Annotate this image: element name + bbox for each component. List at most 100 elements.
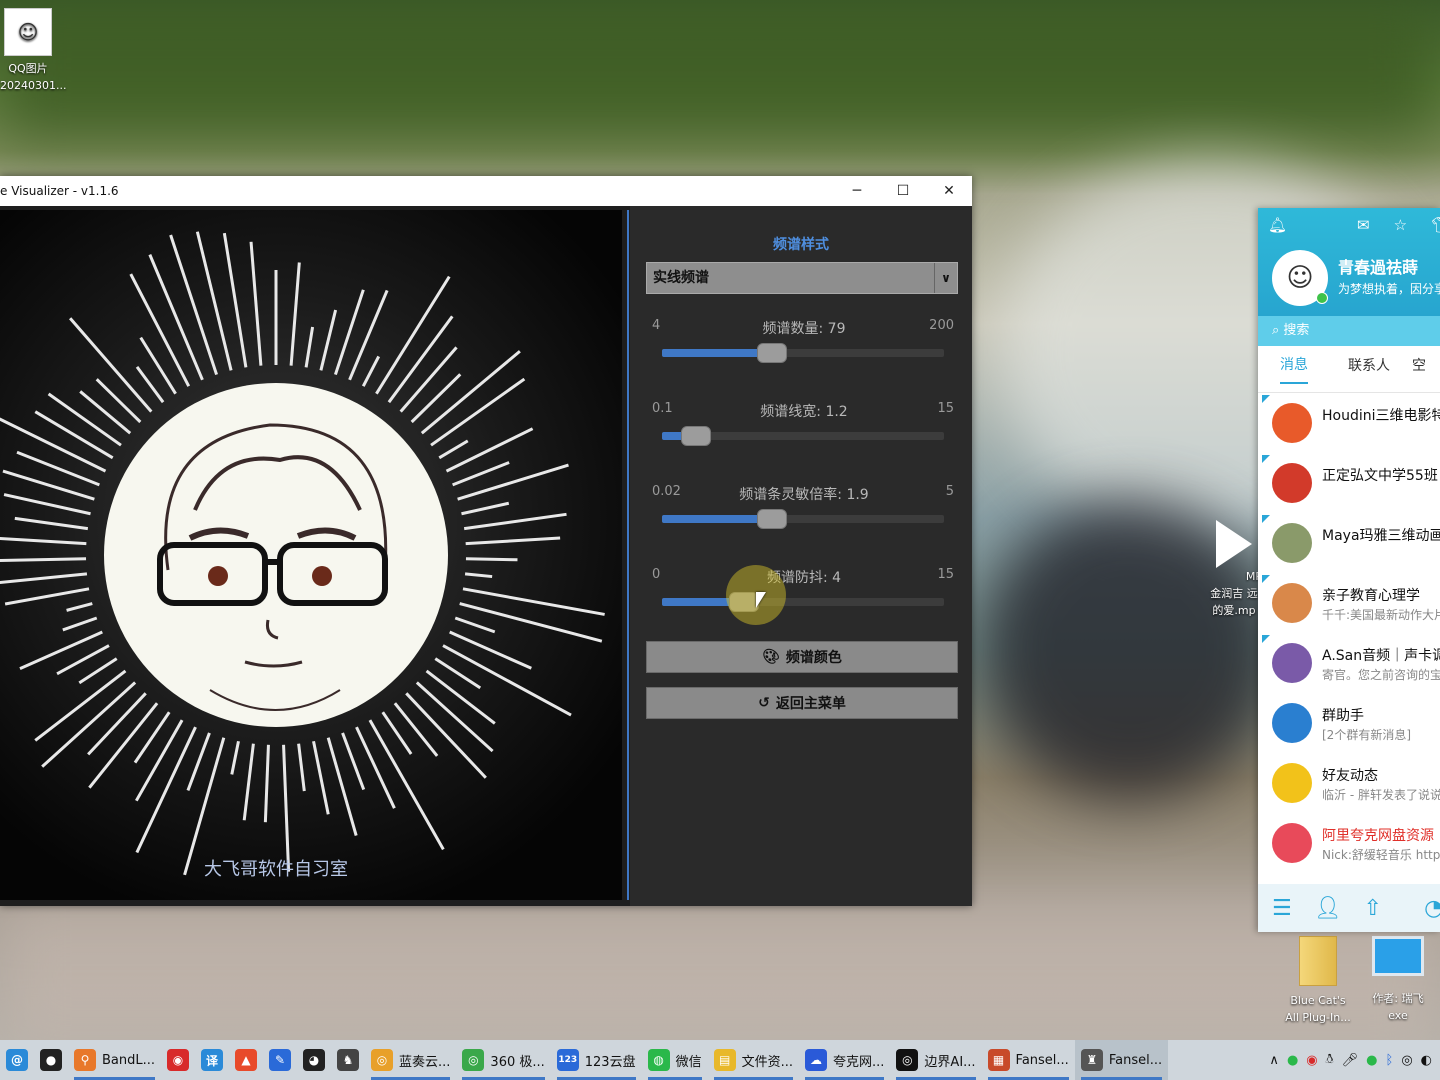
app-tray-icon[interactable]: ◎: [1401, 1053, 1412, 1068]
monitor-icon: [1372, 936, 1424, 976]
qq-search-input[interactable]: ⌕ 搜索: [1258, 316, 1440, 346]
mail-icon[interactable]: ✉: [1357, 216, 1370, 234]
slider-handle[interactable]: [756, 509, 787, 529]
upload-icon[interactable]: ⇧: [1364, 896, 1382, 921]
tab-contacts[interactable]: 联系人: [1348, 355, 1390, 383]
slider-max: 200: [929, 318, 954, 333]
spectrum-bar: [464, 572, 493, 579]
spectrum-bar: [87, 692, 147, 756]
list-item[interactable]: Maya玛雅三维动画: [1258, 513, 1440, 573]
spectrum-bar: [34, 410, 114, 460]
bluetooth-icon[interactable]: ᛒ: [1386, 1053, 1394, 1068]
shirt-icon[interactable]: 👕︎: [1431, 216, 1440, 234]
taskbar-item-label: BandL...: [102, 1052, 156, 1068]
cloud123-icon: 123: [556, 1049, 579, 1071]
taskbar-item[interactable]: ♞: [331, 1040, 365, 1080]
network-tray-icon[interactable]: ◐: [1421, 1053, 1432, 1068]
chevron-up-icon[interactable]: ∧: [1269, 1053, 1279, 1068]
spectrum-bar: [297, 743, 306, 792]
taskbar-item[interactable]: @: [0, 1040, 34, 1080]
spectrum-color-button[interactable]: 🎨︎ 频谱颜色: [646, 641, 958, 673]
slider-handle[interactable]: [756, 343, 787, 363]
taskbar-item[interactable]: ▦ Fansel...: [982, 1040, 1075, 1080]
qq-signature[interactable]: 为梦想执着，因分享: [1338, 280, 1440, 297]
taskbar-item[interactable]: ●: [34, 1040, 68, 1080]
list-item[interactable]: 正定弘文中学55班: [1258, 453, 1440, 513]
desktop-icon-label: MP: [1245, 570, 1262, 583]
taskbar-item[interactable]: ◎ 边界AI...: [890, 1040, 981, 1080]
tab-messages[interactable]: 消息: [1280, 354, 1308, 384]
spectrum-bar: [326, 737, 358, 836]
pin-marker: [1262, 575, 1270, 583]
qq-tabs: 消息 联系人 空: [1258, 346, 1440, 393]
slider-handle[interactable]: [680, 426, 711, 446]
close-button[interactable]: ✕: [926, 176, 972, 206]
conversation-name: 群助手: [1322, 708, 1364, 724]
spectrum-bar: [334, 289, 365, 376]
canvas-caption: 大飞哥软件自习室: [204, 859, 348, 880]
desktop-icon-qq-image[interactable]: ☺ QQ图片 20240301...: [0, 8, 66, 94]
taskbar-item[interactable]: ◍ 微信: [642, 1040, 708, 1080]
wechat-tray-icon[interactable]: ●: [1287, 1053, 1298, 1068]
list-item[interactable]: 亲子教育心理学 千千:美国最新动作大片: [1258, 573, 1440, 633]
spectrum-bar: [289, 262, 301, 366]
pin-marker: [1262, 395, 1270, 403]
slider-track[interactable]: [662, 592, 944, 612]
spectrum-bar: [4, 587, 90, 606]
qq-logo-icon[interactable]: ◔: [1424, 896, 1440, 921]
slider-label: 频谱防抖: 4: [766, 570, 842, 586]
chevron-down-icon[interactable]: ∨: [934, 263, 957, 293]
list-item[interactable]: Houdini三维电影特: [1258, 393, 1440, 453]
title-bar[interactable]: e Visualizer - v1.1.6 ─ ☐ ✕: [0, 176, 972, 206]
avatar: [1272, 403, 1312, 443]
desktop-icon-label: Blue Cat's: [1290, 994, 1346, 1007]
taskbar-item[interactable]: 译: [195, 1040, 229, 1080]
spectrum-bar: [355, 726, 396, 809]
qq-tray-icon[interactable]: 🐧︎: [1326, 1052, 1334, 1068]
record-tray-icon[interactable]: ◉: [1306, 1053, 1317, 1068]
taskbar-item[interactable]: ▲: [229, 1040, 263, 1080]
taskbar-item[interactable]: ◕: [297, 1040, 331, 1080]
desktop-icon-media[interactable]: MP 金润吉 远 的爱.mp: [1206, 520, 1262, 619]
spectrum-bar: [449, 630, 532, 670]
slider-max: 15: [937, 567, 954, 582]
tab-space[interactable]: 空: [1412, 355, 1426, 383]
slider-track[interactable]: [662, 509, 944, 529]
taskbar-item-label: 蓝奏云...: [399, 1054, 451, 1070]
taskbar-item[interactable]: 123 123云盘: [551, 1040, 642, 1080]
list-item[interactable]: 群助手 [2个群有新消息]: [1258, 693, 1440, 753]
taskbar-item[interactable]: ♜ Fansel...: [1074, 1040, 1169, 1080]
desktop-icon-label: exe: [1388, 1009, 1408, 1022]
taskbar-item[interactable]: ✎: [263, 1040, 297, 1080]
spectrum-style-select[interactable]: 实线频谱 ∨: [646, 262, 958, 294]
browser360-icon: ◎: [462, 1049, 485, 1071]
slider-label: 频谱数量: 79: [762, 321, 846, 337]
menu-icon[interactable]: ☰: [1272, 896, 1292, 921]
minimize-button[interactable]: ─: [834, 176, 880, 206]
visualizer-canvas: 大飞哥软件自习室: [0, 210, 622, 900]
desktop-icon-exe[interactable]: 作者: 瑞飞 exe: [1356, 936, 1440, 1024]
list-item[interactable]: 好友动态 临沂 - 胖轩发表了说说: [1258, 753, 1440, 813]
taskbar-item[interactable]: ▤ 文件资...: [708, 1040, 799, 1080]
taskbar-item[interactable]: ◎ 360 极...: [456, 1040, 550, 1080]
taskbar-item-label: 微信: [675, 1054, 702, 1070]
add-contact-icon[interactable]: 👤︎: [1314, 896, 1342, 921]
microphone-icon[interactable]: 🎤︎: [1342, 1053, 1359, 1068]
list-item[interactable]: 阿里夸克网盘资源 Nick:舒缓轻音乐 https: [1258, 813, 1440, 873]
taskbar-item[interactable]: ◎ 蓝奏云...: [365, 1040, 456, 1080]
taskbar-item[interactable]: ☁ 夸克网...: [799, 1040, 890, 1080]
star-icon[interactable]: ☆: [1394, 216, 1407, 234]
slider-track[interactable]: [662, 426, 944, 446]
back-to-menu-button[interactable]: ↺ 返回主菜单: [646, 687, 958, 719]
maximize-button[interactable]: ☐: [880, 176, 926, 206]
list-item[interactable]: A.San音频｜声卡调 寄官。您之前咨询的宝: [1258, 633, 1440, 693]
spectrum-bar: [2, 469, 95, 501]
desktop-icon-bluecat[interactable]: Blue Cat's All Plug-In...: [1280, 936, 1356, 1026]
chat-tray-icon[interactable]: ●: [1366, 1053, 1377, 1068]
bell-icon[interactable]: 🔔︎: [1268, 216, 1287, 234]
taskbar-item[interactable]: ◉: [161, 1040, 195, 1080]
qq-nickname[interactable]: 青春過祛蒔: [1338, 254, 1418, 278]
taskbar-item[interactable]: ⚲ BandL...: [68, 1040, 161, 1080]
slider-track[interactable]: [662, 343, 944, 363]
spectrum-bar: [452, 461, 510, 487]
